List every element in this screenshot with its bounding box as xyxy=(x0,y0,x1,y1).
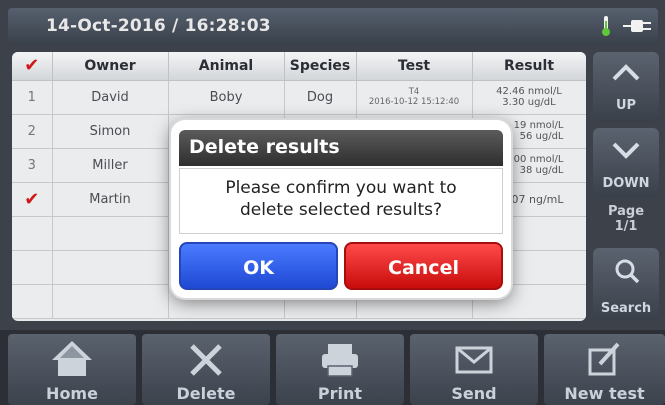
modal-overlay: Delete results Please confirm you want t… xyxy=(0,0,665,405)
cancel-button[interactable]: Cancel xyxy=(344,242,503,290)
dialog-message-line-1: Please confirm you want to xyxy=(225,178,457,198)
ok-button[interactable]: OK xyxy=(179,242,338,290)
dialog-title: Delete results xyxy=(179,130,503,166)
dialog-message-line-2: delete selected results? xyxy=(239,200,443,220)
device-screen: 14-Oct-2016 / 16:28:03 ✔ Owner Animal Sp… xyxy=(0,0,665,405)
delete-confirm-dialog: Delete results Please confirm you want t… xyxy=(171,120,511,298)
dialog-message: Please confirm you want to delete select… xyxy=(179,168,503,234)
